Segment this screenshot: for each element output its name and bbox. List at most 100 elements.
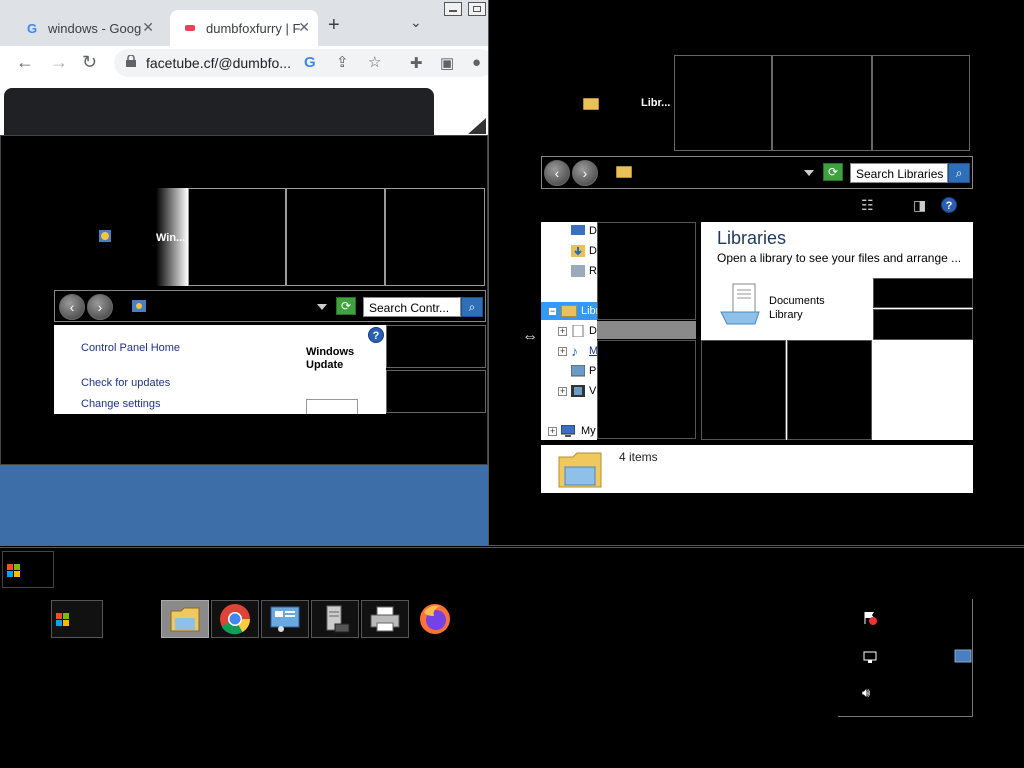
navigation-bar: ‹ › ⟳ Search Contr... ⌕ bbox=[54, 290, 486, 322]
thumbnail-placeholder bbox=[674, 55, 772, 151]
refresh-button[interactable]: ⟳ bbox=[823, 163, 843, 181]
system-tray: 🔊︎ bbox=[838, 599, 973, 717]
page-heading: Windows Update bbox=[306, 346, 354, 372]
address-bar[interactable]: facetube.cf/@dumbfo... G ⇪ ☆ bbox=[114, 49, 488, 77]
folder-icon bbox=[170, 607, 200, 632]
maximize-button[interactable] bbox=[468, 2, 486, 16]
address-dropdown-chevron-down-icon[interactable] bbox=[804, 170, 814, 176]
resize-grip-icon[interactable] bbox=[468, 118, 486, 134]
documents-library-icon[interactable] bbox=[719, 282, 763, 328]
window-title: Win... bbox=[156, 232, 186, 244]
back-arrow-icon[interactable]: ← bbox=[16, 52, 34, 73]
change-settings-link[interactable]: Change settings bbox=[81, 398, 161, 410]
control-panel-taskbar-button[interactable] bbox=[261, 600, 309, 638]
tree-item-libraries[interactable]: − Libr bbox=[541, 302, 597, 320]
search-input[interactable]: Search Libraries bbox=[850, 163, 948, 183]
preview-pane-icon[interactable]: ◨ bbox=[913, 197, 926, 214]
search-button[interactable]: ⌕ bbox=[461, 297, 483, 317]
google-favicon-icon: G bbox=[26, 20, 38, 36]
back-button[interactable]: ‹ bbox=[59, 294, 85, 320]
libraries-location-icon bbox=[616, 166, 632, 178]
check-for-updates-link[interactable]: Check for updates bbox=[81, 377, 170, 389]
reload-icon[interactable]: ↻ bbox=[82, 52, 97, 73]
expand-icon[interactable]: + bbox=[548, 427, 557, 436]
site-favicon-icon bbox=[182, 20, 198, 36]
help-button[interactable]: ? bbox=[941, 197, 957, 213]
window-title: Libr... bbox=[641, 97, 671, 109]
server-manager-icon bbox=[326, 605, 350, 633]
expand-icon[interactable]: + bbox=[558, 347, 567, 356]
thumbnail-placeholder bbox=[787, 340, 872, 440]
thumbnail-placeholder bbox=[872, 55, 970, 151]
action-center-flag-icon[interactable] bbox=[862, 610, 878, 626]
address-dropdown-chevron-down-icon[interactable] bbox=[317, 304, 327, 310]
control-panel-home-link[interactable]: Control Panel Home bbox=[81, 342, 180, 354]
tab-strip: G windows - Goog ✕ dumbfoxfurry | F ✕ + … bbox=[0, 0, 488, 46]
tree-item-music[interactable]: + ♪ Music bbox=[541, 342, 597, 360]
close-tab-icon[interactable]: ✕ bbox=[142, 19, 154, 36]
back-button[interactable]: ‹ bbox=[544, 160, 570, 186]
start-orb[interactable] bbox=[2, 551, 54, 588]
firefox-taskbar-button[interactable] bbox=[411, 600, 459, 638]
main-title: Libraries bbox=[717, 228, 787, 248]
chrome-window: G windows - Goog ✕ dumbfoxfurry | F ✕ + … bbox=[0, 0, 488, 135]
search-button[interactable]: ⌕ bbox=[948, 163, 970, 183]
tab-label: windows - Goog bbox=[48, 20, 142, 36]
help-button[interactable]: ? bbox=[368, 327, 384, 343]
forward-button[interactable]: › bbox=[572, 160, 598, 186]
scroll-highlight bbox=[597, 321, 696, 339]
new-tab-button[interactable]: + bbox=[328, 14, 340, 37]
control-panel-window: Win... ‹ › ⟳ Search Contr... ⌕ Control P… bbox=[0, 135, 488, 465]
tab-dumbfoxfurry[interactable]: dumbfoxfurry | F ✕ bbox=[170, 10, 318, 46]
forward-arrow-icon[interactable]: → bbox=[50, 52, 68, 73]
windows-logo-icon bbox=[7, 564, 20, 577]
control-panel-icon bbox=[270, 606, 300, 632]
resize-cursor-icon: ⇔ bbox=[522, 328, 538, 345]
server-manager-taskbar-button[interactable] bbox=[311, 600, 359, 638]
item-count: 4 items bbox=[619, 450, 658, 464]
side-panel-icon[interactable]: ▣ bbox=[440, 54, 454, 72]
refresh-button[interactable]: ⟳ bbox=[336, 297, 356, 315]
collapse-icon[interactable]: − bbox=[548, 307, 557, 316]
bookmark-star-icon[interactable]: ☆ bbox=[368, 53, 381, 71]
thumbnail-placeholder bbox=[386, 370, 486, 413]
taskbar: 🔊︎ bbox=[0, 547, 1024, 768]
tab-search-chevron-down-icon[interactable]: ⌄ bbox=[410, 14, 422, 31]
extensions-puzzle-icon[interactable]: ✚ bbox=[410, 54, 423, 72]
minimize-button[interactable] bbox=[444, 2, 462, 16]
network-icon[interactable] bbox=[862, 649, 878, 665]
libraries-icon bbox=[561, 305, 577, 317]
navigation-tree: D D R − Libr + D + ♪ Music P bbox=[541, 222, 597, 440]
volume-icon[interactable]: 🔊︎ bbox=[862, 685, 870, 701]
expand-icon[interactable]: + bbox=[558, 387, 567, 396]
explorer-taskbar-button[interactable] bbox=[161, 600, 209, 638]
details-pane: 4 items bbox=[541, 445, 973, 493]
tab-windows-google[interactable]: G windows - Goog ✕ bbox=[12, 10, 162, 46]
heading-line-2: Update bbox=[306, 359, 344, 371]
forward-button[interactable]: › bbox=[87, 294, 113, 320]
computer-icon bbox=[561, 425, 575, 437]
desktop-background bbox=[0, 465, 488, 546]
printer-taskbar-button[interactable] bbox=[361, 600, 409, 638]
profile-icon[interactable]: ● bbox=[472, 54, 481, 71]
chrome-taskbar-button[interactable] bbox=[211, 600, 259, 638]
search-input[interactable]: Search Contr... bbox=[363, 297, 461, 317]
lock-icon bbox=[126, 55, 136, 67]
google-lens-icon[interactable]: G bbox=[304, 54, 316, 71]
close-tab-icon[interactable]: ✕ bbox=[298, 19, 310, 36]
show-desktop-icon[interactable] bbox=[954, 649, 972, 663]
expand-icon[interactable]: + bbox=[558, 327, 567, 336]
view-options-icon[interactable]: ☷ bbox=[861, 197, 874, 214]
documents-library-item[interactable]: Documents Library bbox=[769, 294, 825, 322]
main-subtitle: Open a library to see your files and arr… bbox=[717, 251, 962, 265]
printer-icon bbox=[370, 606, 400, 632]
control-panel-content: Control Panel Home Check for updates Cha… bbox=[54, 325, 386, 414]
status-panel bbox=[306, 399, 358, 414]
thumbnail-placeholder bbox=[385, 188, 485, 286]
recent-icon bbox=[571, 265, 585, 277]
start-button[interactable] bbox=[51, 600, 103, 638]
share-icon[interactable]: ⇪ bbox=[336, 53, 349, 71]
windows-logo-icon bbox=[56, 612, 69, 626]
thumbnail-placeholder bbox=[188, 188, 286, 286]
thumbnail-placeholder bbox=[873, 278, 973, 308]
